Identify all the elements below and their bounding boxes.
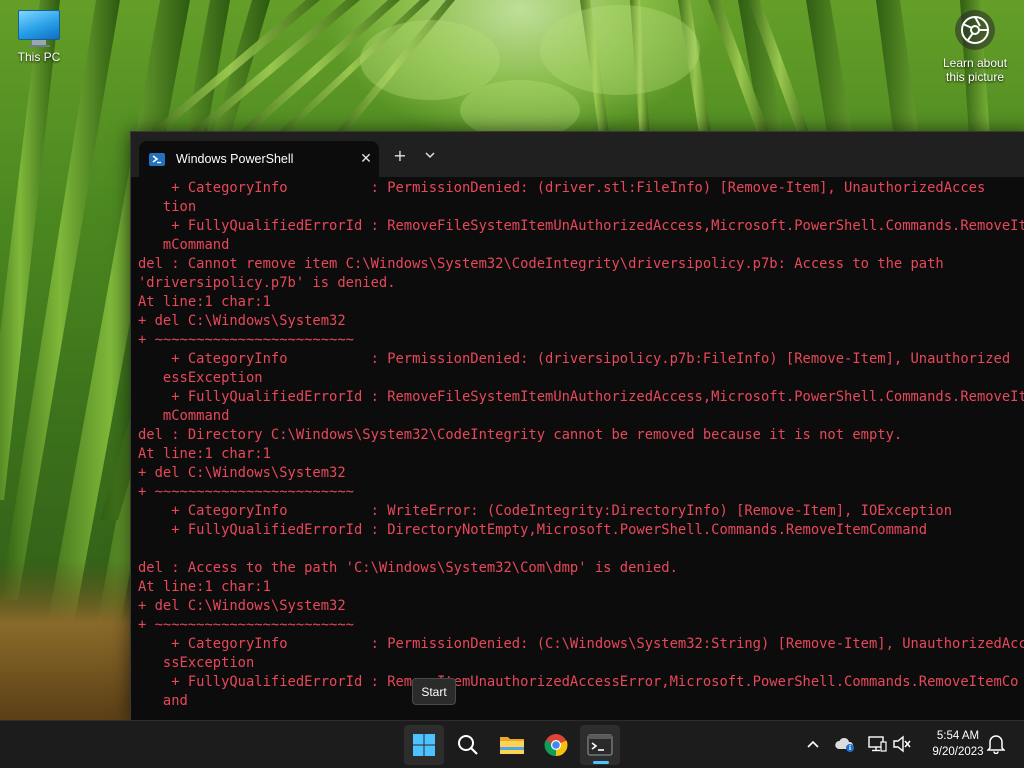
console-line: essException (138, 370, 263, 386)
volume-muted-icon (893, 735, 911, 753)
console-line: + ~~~~~~~~~~~~~~~~~~~~~~~~ (138, 617, 354, 633)
terminal-tab-bar: Windows PowerShell ✕ + (131, 132, 1024, 177)
console-line: mCommand (138, 237, 230, 253)
console-line: + del C:\Windows\System32 (138, 465, 346, 481)
tab-title: Windows PowerShell (176, 152, 294, 166)
console-line: + FullyQualifiedErrorId : DirectoryNotEm… (138, 522, 928, 538)
console-line: and (138, 693, 188, 709)
network-icon (868, 736, 887, 752)
terminal-taskbar-button[interactable] (580, 725, 620, 765)
onedrive-tray-button[interactable] (833, 732, 857, 756)
console-line: + FullyQualifiedErrorId : RemoveFileSyst… (138, 218, 1024, 234)
learn-about-picture-desktop-icon[interactable]: Learn about this picture (936, 10, 1014, 84)
volume-tray-button[interactable] (890, 732, 914, 756)
computer-icon (10, 10, 68, 47)
console-output[interactable]: + CategoryInfo : PermissionDenied: (driv… (131, 177, 1024, 719)
folder-icon (500, 737, 524, 754)
tab-close-button[interactable]: ✕ (353, 151, 379, 167)
this-pc-label: This PC (17, 50, 61, 64)
new-tab-button[interactable]: + (387, 144, 413, 166)
console-line: At line:1 char:1 (138, 579, 271, 595)
terminal-icon (587, 734, 613, 756)
terminal-window[interactable]: Windows PowerShell ✕ + + CategoryInfo : … (130, 131, 1024, 722)
console-line: tion (138, 199, 197, 215)
console-line: + CategoryInfo : WriteError: (CodeIntegr… (138, 503, 953, 519)
chevron-down-icon (425, 152, 435, 159)
chevron-up-icon (807, 740, 819, 748)
tab-dropdown-button[interactable] (417, 144, 443, 166)
console-line: + CategoryInfo : PermissionDenied: (driv… (138, 351, 1011, 367)
console-line: + CategoryInfo : PermissionDenied: (driv… (138, 180, 986, 196)
network-tray-button[interactable] (865, 732, 889, 756)
console-line: del : Cannot remove item C:\Windows\Syst… (138, 256, 944, 272)
console-line: del : Access to the path 'C:\Windows\Sys… (138, 560, 678, 576)
windows-logo-icon (413, 734, 435, 756)
camera-icon (955, 10, 995, 50)
console-line: At line:1 char:1 (138, 446, 271, 462)
console-line: mCommand (138, 408, 230, 424)
search-icon (458, 735, 478, 755)
console-line: + ~~~~~~~~~~~~~~~~~~~~~~~~ (138, 484, 354, 500)
learn-about-picture-label: Learn about this picture (942, 56, 1008, 84)
powershell-icon (149, 152, 165, 166)
console-line: del : Directory C:\Windows\System32\Code… (138, 427, 903, 443)
notifications-button[interactable] (984, 732, 1008, 756)
plus-icon: + (393, 145, 407, 165)
show-hidden-icons-button[interactable] (801, 732, 825, 756)
chrome-icon (544, 734, 568, 757)
onedrive-icon (835, 737, 854, 752)
close-icon: ✕ (360, 151, 372, 167)
console-line: + FullyQualifiedErrorId : RemoveFileSyst… (138, 389, 1024, 405)
console-line: At line:1 char:1 (138, 294, 271, 310)
file-explorer-button[interactable] (492, 725, 532, 765)
terminal-running-indicator (593, 761, 609, 764)
tab-windows-powershell[interactable]: Windows PowerShell ✕ (139, 141, 379, 177)
console-line: + CategoryInfo : PermissionDenied: (C:\W… (138, 636, 1024, 652)
chrome-button[interactable] (536, 725, 576, 765)
start-tooltip: Start (412, 678, 456, 705)
this-pc-desktop-icon[interactable]: This PC (10, 10, 68, 64)
console-line: + FullyQualifiedErrorId : RemoveItemUnau… (138, 674, 1019, 690)
taskbar-search-button[interactable] (448, 725, 488, 765)
console-line: + del C:\Windows\System32 (138, 313, 346, 329)
console-line: ssException (138, 655, 255, 671)
console-line: + del C:\Windows\System32 (138, 598, 346, 614)
console-line: + ~~~~~~~~~~~~~~~~~~~~~~~~ (138, 332, 354, 348)
notification-bell-icon (987, 735, 1005, 754)
console-line: 'driversipolicy.p7b' is denied. (138, 275, 396, 291)
start-button[interactable] (404, 725, 444, 765)
